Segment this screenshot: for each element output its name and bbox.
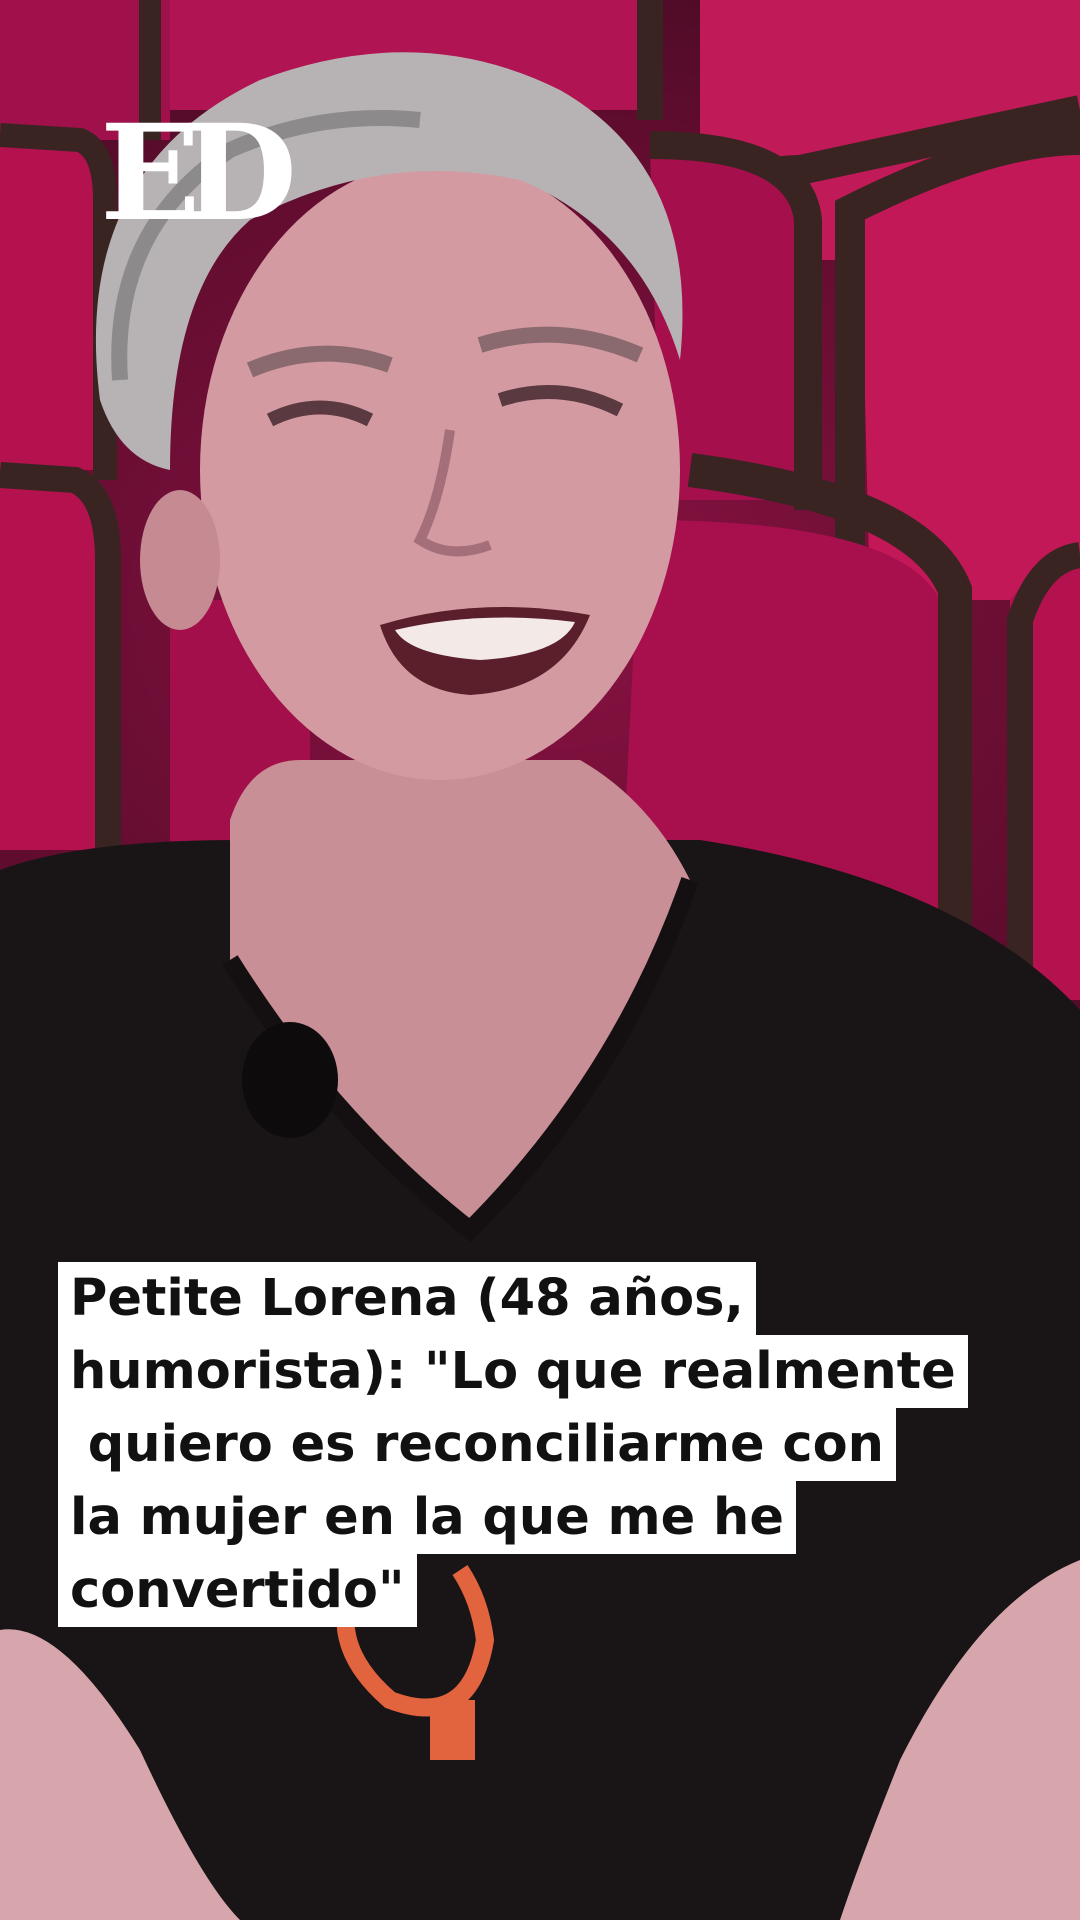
caption-line: quiero es reconciliarme con (58, 1408, 1018, 1481)
caption-line-text: Petite Lorena (48 años, (58, 1262, 756, 1335)
caption-line: la mujer en la que me he (58, 1481, 1018, 1554)
scene-photo (0, 0, 1080, 1920)
caption-line-text: convertido" (58, 1554, 417, 1627)
caption-line-text: humorista): "Lo que realmente (58, 1335, 968, 1408)
quote-caption: Petite Lorena (48 años, humorista): "Lo … (58, 1262, 1018, 1627)
caption-line-text: la mujer en la que me he (58, 1481, 796, 1554)
caption-line: humorista): "Lo que realmente (58, 1335, 1018, 1408)
brand-logo: ED (100, 96, 297, 251)
video-frame: ED Petite Lorena (48 años, humorista): "… (0, 0, 1080, 1920)
caption-line-text: quiero es reconciliarme con (58, 1408, 896, 1481)
caption-line: Petite Lorena (48 años, (58, 1262, 1018, 1335)
caption-line: convertido" (58, 1554, 1018, 1627)
